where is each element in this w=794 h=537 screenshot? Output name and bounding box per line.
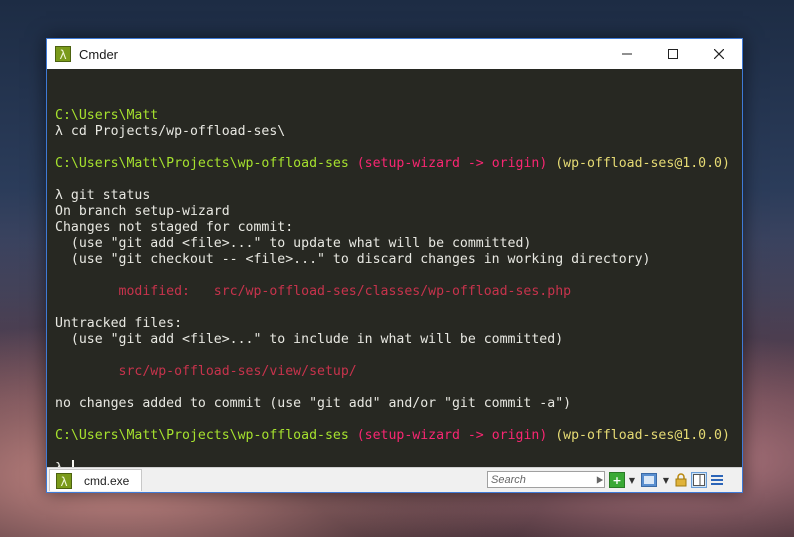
terminal-text: λ cd Projects/wp-offload-ses\ (55, 124, 286, 139)
terminal-line: On branch setup-wizard (55, 204, 742, 220)
terminal-text: modified: src/wp-offload-ses/classes/wp-… (55, 284, 572, 299)
terminal-line: C:\Users\Matt\Projects\wp-offload-ses (s… (55, 428, 742, 444)
terminal-text: Changes not staged for commit: (55, 220, 294, 235)
terminal-text: (use "git add <file>..." to update what … (55, 236, 532, 251)
terminal-text: (wp-offload-ses@1.0.0) (547, 156, 730, 171)
terminal-line: src/wp-offload-ses/view/setup/ (55, 364, 742, 380)
search-box[interactable] (487, 471, 605, 488)
split-view-icon (693, 474, 705, 486)
terminal-text: C:\Users\Matt\Projects\wp-offload-ses (55, 156, 349, 171)
plus-icon: + (612, 473, 622, 487)
terminal-text: no changes added to commit (use "git add… (55, 396, 572, 411)
new-console-dropdown-button[interactable]: ▼ (627, 472, 637, 488)
terminal-output[interactable]: C:\Users\Matt λ cd Projects/wp-offload-se… (47, 69, 742, 469)
terminal-line: (use "git checkout -- <file>..." to disc… (55, 252, 742, 268)
terminal-text: On branch setup-wizard (55, 204, 230, 219)
terminal-line: Untracked files: (55, 316, 742, 332)
tab-label: cmd.exe (84, 473, 130, 488)
terminal-line: modified: src/wp-offload-ses/classes/wp-… (55, 284, 742, 300)
hamburger-menu-icon (711, 475, 723, 485)
split-view-button[interactable] (691, 472, 707, 488)
terminal-text: C:\Users\Matt (55, 108, 159, 123)
terminal-text: (use "git add <file>..." to include in w… (55, 332, 564, 347)
terminal-line: C:\Users\Matt\Projects\wp-offload-ses (s… (55, 156, 742, 172)
status-bar: λ cmd.exe + ▼ ▼ (47, 467, 742, 492)
window-controls (604, 39, 742, 69)
terminal-line: λ git status (55, 188, 742, 204)
terminal-line: (use "git add <file>..." to update what … (55, 236, 742, 252)
close-button[interactable] (696, 39, 742, 69)
lambda-app-icon: λ (55, 46, 71, 62)
terminal-text: (setup-wizard -> origin) (356, 156, 548, 171)
window-title: Cmder (79, 46, 119, 62)
menu-button[interactable] (709, 472, 725, 488)
tab-cmd-exe[interactable]: λ cmd.exe (49, 469, 143, 491)
terminal-line: C:\Users\Matt (55, 108, 742, 124)
terminal-text: λ git status (55, 188, 151, 203)
terminal-text: (wp-offload-ses@1.0.0) (547, 428, 730, 443)
terminal-text: src/wp-offload-ses/view/setup/ (55, 364, 357, 379)
lock-icon (675, 473, 687, 487)
maximize-button[interactable] (650, 39, 696, 69)
toolbar: + ▼ ▼ (609, 471, 725, 489)
minimize-icon (622, 53, 632, 55)
maximize-icon (668, 49, 678, 59)
search-input[interactable] (488, 472, 595, 487)
terminal-text: C:\Users\Matt\Projects\wp-offload-ses (55, 428, 349, 443)
new-console-button[interactable]: + (609, 472, 625, 488)
close-icon (714, 49, 724, 59)
pane-dropdown-button[interactable]: ▼ (661, 472, 671, 488)
terminal-line: no changes added to commit (use "git add… (55, 396, 742, 412)
minimize-button[interactable] (604, 39, 650, 69)
lambda-tab-icon: λ (56, 472, 72, 489)
terminal-text: (setup-wizard -> origin) (356, 428, 548, 443)
pane-icon (641, 473, 657, 487)
terminal-text: (use "git checkout -- <file>..." to disc… (55, 252, 651, 267)
terminal-line: λ cd Projects/wp-offload-ses\ (55, 124, 742, 140)
terminal-text: Untracked files: (55, 316, 183, 331)
lock-button[interactable] (673, 472, 689, 488)
terminal-line: Changes not staged for commit: (55, 220, 742, 236)
search-icon[interactable] (595, 475, 604, 485)
terminal-line: (use "git add <file>..." to include in w… (55, 332, 742, 348)
title-bar[interactable]: λ Cmder (47, 39, 742, 69)
cmder-window: λ Cmder C:\Users\Matt λ cd Projects/wp-of… (46, 38, 743, 493)
pane-button[interactable] (639, 472, 659, 488)
